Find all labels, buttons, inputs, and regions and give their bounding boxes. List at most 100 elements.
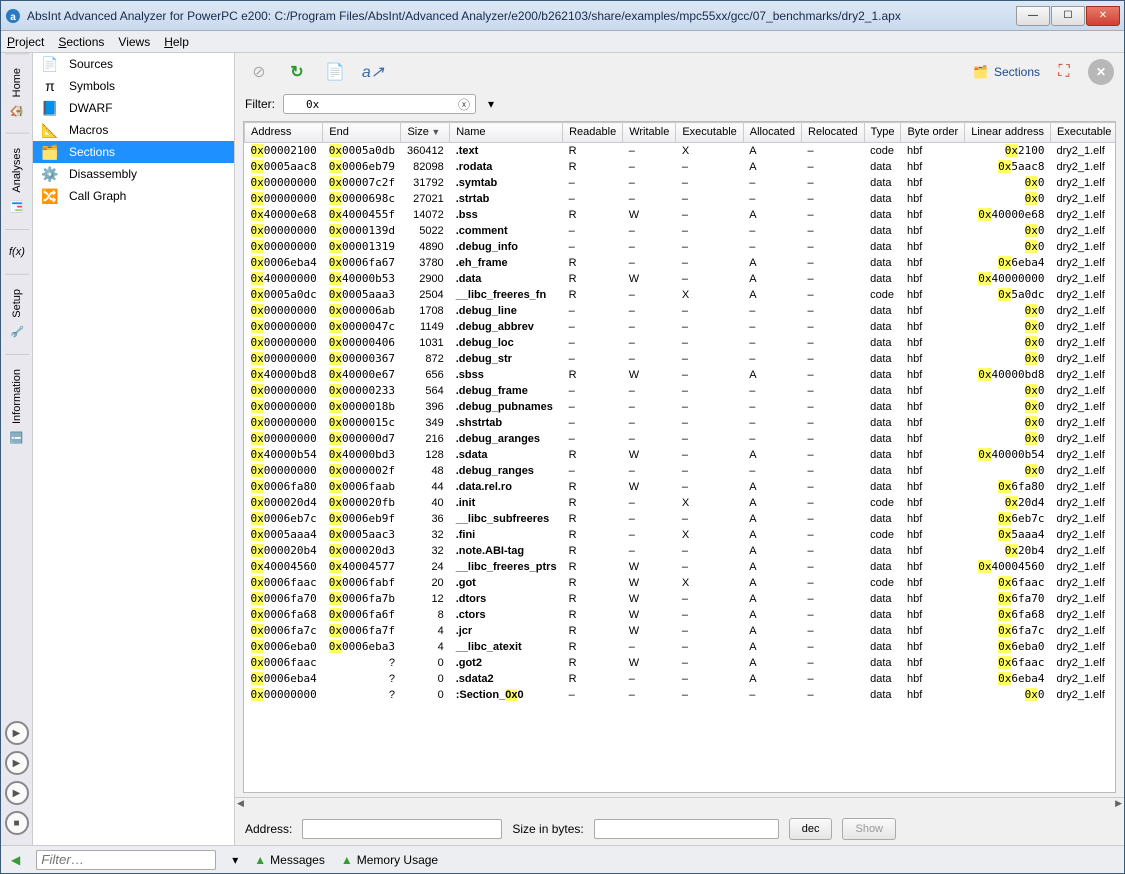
- status-collapse-icon[interactable]: ◀: [11, 853, 20, 867]
- table-row[interactable]: 0x000021000x0005a0db360412.textR–XA–code…: [245, 143, 1117, 160]
- menu-project[interactable]: Project: [7, 35, 44, 49]
- rail-information[interactable]: ℹ️Information: [5, 354, 29, 460]
- macros-icon: 📐: [41, 121, 59, 139]
- col-writable[interactable]: Writable: [623, 123, 676, 143]
- rail-analyses[interactable]: 📊Analyses: [5, 133, 29, 229]
- table-row[interactable]: 0x000000000x00007c2f31792.symtab–––––dat…: [245, 175, 1117, 191]
- table-row[interactable]: 0x40000bd80x40000e67656.sbssRW–A–datahbf…: [245, 367, 1117, 383]
- table-row[interactable]: 0x00000000?0:Section_0x0–––––datahbf0x0d…: [245, 687, 1117, 703]
- menu-help[interactable]: Help: [164, 35, 189, 49]
- rail-setup-label: Setup: [11, 289, 23, 318]
- table-row[interactable]: 0x000000000x0000018b396.debug_pubnames––…: [245, 399, 1117, 415]
- status-memory-label: Memory Usage: [357, 853, 438, 867]
- col-executable[interactable]: Executable: [1050, 123, 1116, 143]
- triangle-up-icon: ▲: [254, 853, 266, 867]
- horizontal-scrollbar[interactable]: [235, 797, 1124, 813]
- table-row[interactable]: 0x000000000x000004061031.debug_loc–––––d…: [245, 335, 1117, 351]
- play-3-button[interactable]: ▶: [5, 781, 29, 805]
- table-row[interactable]: 0x0006eba00x0006eba34__libc_atexitR––A–d…: [245, 639, 1117, 655]
- status-filter-dropdown[interactable]: ▾: [232, 853, 238, 867]
- sidebar-item-sections[interactable]: 🗂️Sections: [33, 141, 234, 163]
- sidebar-item-sources[interactable]: 📄Sources: [33, 53, 234, 75]
- col-readable[interactable]: Readable: [563, 123, 623, 143]
- table-row[interactable]: 0x000000000x000000d7216.debug_aranges–––…: [245, 431, 1117, 447]
- status-messages[interactable]: ▲Messages: [254, 853, 325, 867]
- table-row[interactable]: 0x400000000x40000b532900.dataRW–A–datahb…: [245, 271, 1117, 287]
- table-row[interactable]: 0x0006fa7c0x0006fa7f4.jcrRW–A–datahbf0x6…: [245, 623, 1117, 639]
- table-row[interactable]: 0x000020d40x000020fb40.initR–XA–codehbf0…: [245, 495, 1117, 511]
- sidebar-item-disassembly[interactable]: ⚙️Disassembly: [33, 163, 234, 185]
- col-address[interactable]: Address: [245, 123, 323, 143]
- col-executable[interactable]: Executable: [676, 123, 743, 143]
- rail-home[interactable]: 🏠Home: [5, 53, 29, 133]
- col-relocated[interactable]: Relocated: [802, 123, 865, 143]
- table-row[interactable]: 0x0006fa700x0006fa7b12.dtorsRW–A–datahbf…: [245, 591, 1117, 607]
- table-row[interactable]: 0x000000000x0000698c27021.strtab–––––dat…: [245, 191, 1117, 207]
- show-button[interactable]: Show: [842, 818, 896, 840]
- table-row[interactable]: 0x000000000x000013194890.debug_info–––––…: [245, 239, 1117, 255]
- rail-fx[interactable]: f(x): [5, 229, 29, 274]
- titlebar[interactable]: a AbsInt Advanced Analyzer for PowerPC e…: [1, 1, 1124, 31]
- table-row[interactable]: 0x0006fa680x0006fa6f8.ctorsRW–A–datahbf0…: [245, 607, 1117, 623]
- export-button[interactable]: a↗: [359, 58, 387, 86]
- refresh-button[interactable]: ↻: [283, 58, 311, 86]
- table-row[interactable]: 0x0005aac80x0006eb7982098.rodataR––A–dat…: [245, 159, 1117, 175]
- panel-close-button[interactable]: ✕: [1088, 59, 1114, 85]
- disable-button[interactable]: ⊘: [245, 58, 273, 86]
- col-byte-order[interactable]: Byte order: [901, 123, 965, 143]
- stop-button[interactable]: ■: [5, 811, 29, 835]
- table-row[interactable]: 0x0005a0dc0x0005aaa32504__libc_freeres_f…: [245, 287, 1117, 303]
- table-row[interactable]: 0x400045600x4000457724__libc_freeres_ptr…: [245, 559, 1117, 575]
- menu-sections[interactable]: Sections: [58, 35, 104, 49]
- sidebar-item-macros[interactable]: 📐Macros: [33, 119, 234, 141]
- table-row[interactable]: 0x000000000x00000367872.debug_str–––––da…: [245, 351, 1117, 367]
- filter-dropdown[interactable]: ▾: [484, 97, 498, 111]
- filter-clear-icon[interactable]: ⓧ: [456, 96, 472, 112]
- sidebar-item-symbols[interactable]: πSymbols: [33, 75, 234, 97]
- table-row[interactable]: 0x0006eba40x0006fa673780.eh_frameR––A–da…: [245, 255, 1117, 271]
- address-label: Address:: [245, 822, 292, 836]
- filter-input[interactable]: [283, 94, 476, 114]
- table-row[interactable]: 0x0006faac?0.got2RW–A–datahbf0x6faacdry2…: [245, 655, 1117, 671]
- col-end[interactable]: End: [323, 123, 401, 143]
- table-row[interactable]: 0x40000e680x4000455f14072.bssRW–A–datahb…: [245, 207, 1117, 223]
- maximize-button[interactable]: ☐: [1051, 6, 1085, 26]
- table-row[interactable]: 0x000000000x000006ab1708.debug_line–––––…: [245, 303, 1117, 319]
- table-row[interactable]: 0x000000000x0000047c1149.debug_abbrev–––…: [245, 319, 1117, 335]
- table-row[interactable]: 0x000000000x0000015c349.shstrtab–––––dat…: [245, 415, 1117, 431]
- table-row[interactable]: 0x000020b40x000020d332.note.ABI-tagR––A–…: [245, 543, 1117, 559]
- table-row[interactable]: 0x0006eb7c0x0006eb9f36__libc_subfreeresR…: [245, 511, 1117, 527]
- minimize-button[interactable]: —: [1016, 6, 1050, 26]
- table-row[interactable]: 0x0006eba4?0.sdata2R––A–datahbf0x6eba4dr…: [245, 671, 1117, 687]
- status-memory[interactable]: ▲Memory Usage: [341, 853, 438, 867]
- col-linear-address[interactable]: Linear address: [965, 123, 1051, 143]
- size-input[interactable]: [594, 819, 779, 839]
- status-filter-input[interactable]: [36, 850, 216, 870]
- table-row[interactable]: 0x40000b540x40000bd3128.sdataRW–A–datahb…: [245, 447, 1117, 463]
- table-row[interactable]: 0x0005aaa40x0005aac332.finiR–XA–codehbf0…: [245, 527, 1117, 543]
- play-1-button[interactable]: ▶: [5, 721, 29, 745]
- col-size[interactable]: Size: [401, 123, 450, 143]
- table-row[interactable]: 0x000000000x0000002f48.debug_ranges–––––…: [245, 463, 1117, 479]
- col-name[interactable]: Name: [450, 123, 563, 143]
- add-button[interactable]: 📄: [321, 58, 349, 86]
- close-button[interactable]: ✕: [1086, 6, 1120, 26]
- sidebar-item-call-graph[interactable]: 🔀Call Graph: [33, 185, 234, 207]
- sections-link[interactable]: 🗂️ Sections: [973, 65, 1040, 79]
- dec-button[interactable]: dec: [789, 818, 833, 840]
- size-label: Size in bytes:: [512, 822, 583, 836]
- table-row[interactable]: 0x0006fa800x0006faab44.data.rel.roRW–A–d…: [245, 479, 1117, 495]
- table-row[interactable]: 0x000000000x0000139d5022.comment–––––dat…: [245, 223, 1117, 239]
- col-type[interactable]: Type: [864, 123, 901, 143]
- menubar: Project Sections Views Help: [1, 31, 1124, 53]
- menu-views[interactable]: Views: [118, 35, 150, 49]
- table-row[interactable]: 0x0006faac0x0006fabf20.gotRWXA–codehbf0x…: [245, 575, 1117, 591]
- sidebar-item-dwarf[interactable]: 📘DWARF: [33, 97, 234, 119]
- address-input[interactable]: [302, 819, 502, 839]
- col-allocated[interactable]: Allocated: [743, 123, 801, 143]
- table-row[interactable]: 0x000000000x00000233564.debug_frame–––––…: [245, 383, 1117, 399]
- play-2-button[interactable]: ▶: [5, 751, 29, 775]
- fullscreen-button[interactable]: ⛶: [1050, 58, 1078, 86]
- table-wrap[interactable]: AddressEndSizeNameReadableWritableExecut…: [243, 121, 1116, 793]
- rail-setup[interactable]: 🔧Setup: [5, 274, 29, 354]
